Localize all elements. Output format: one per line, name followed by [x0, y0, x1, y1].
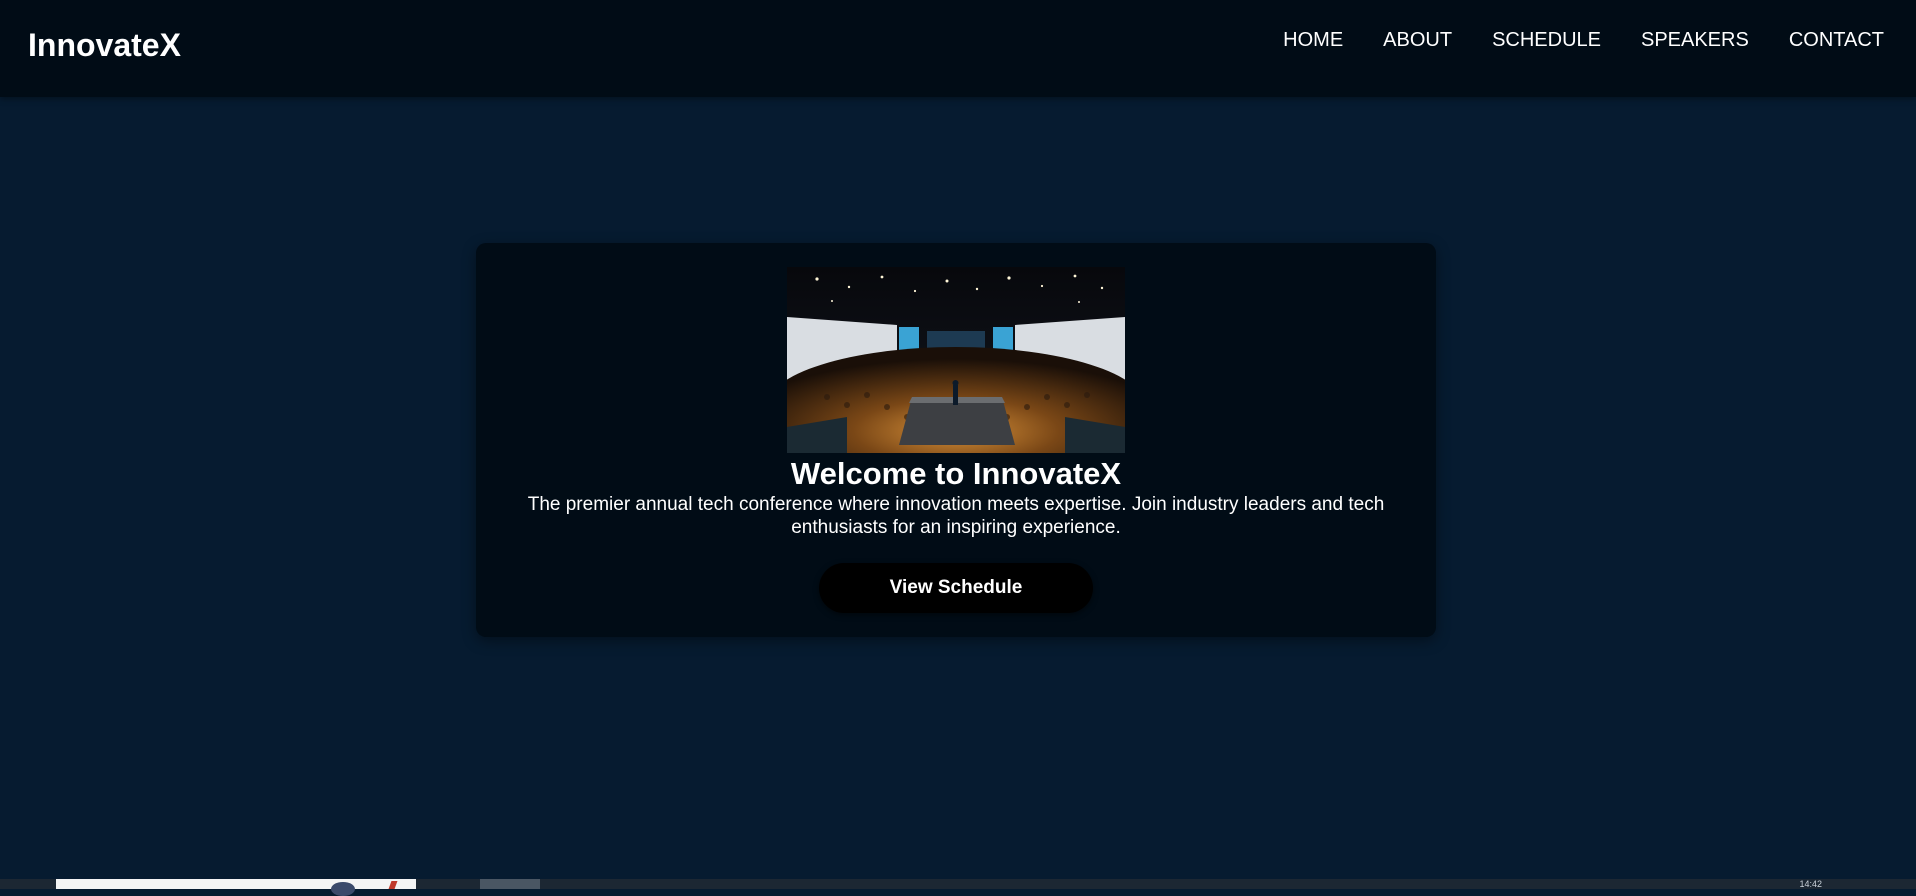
- nav-link-home[interactable]: HOME: [1283, 29, 1343, 52]
- nav-link-speakers[interactable]: SPEAKERS: [1641, 29, 1749, 52]
- taskbar: 14:42: [0, 879, 1916, 896]
- hero-description: The premier annual tech conference where…: [527, 494, 1385, 538]
- navbar: InnovateX HOME ABOUT SCHEDULE SPEAKERS C…: [0, 0, 1916, 97]
- nav-link-contact[interactable]: CONTACT: [1789, 29, 1884, 52]
- nav-link-about[interactable]: ABOUT: [1383, 29, 1452, 52]
- taskbar-window-thumbnail[interactable]: [56, 879, 416, 896]
- conference-stage-photo: [787, 267, 1125, 453]
- brand-logo[interactable]: InnovateX: [28, 27, 181, 64]
- nav-links: HOME ABOUT SCHEDULE SPEAKERS CONTACT: [1283, 29, 1884, 52]
- nav-link-schedule[interactable]: SCHEDULE: [1492, 29, 1601, 52]
- view-schedule-button[interactable]: View Schedule: [819, 563, 1093, 613]
- hero-card: Welcome to InnovateX The premier annual …: [476, 243, 1436, 637]
- avatar-icon: [331, 882, 355, 896]
- taskbar-app-tab[interactable]: [480, 879, 540, 889]
- flag-icon: [388, 881, 398, 889]
- taskbar-clock: 14:42: [1799, 879, 1822, 889]
- hero-title: Welcome to InnovateX: [790, 456, 1122, 491]
